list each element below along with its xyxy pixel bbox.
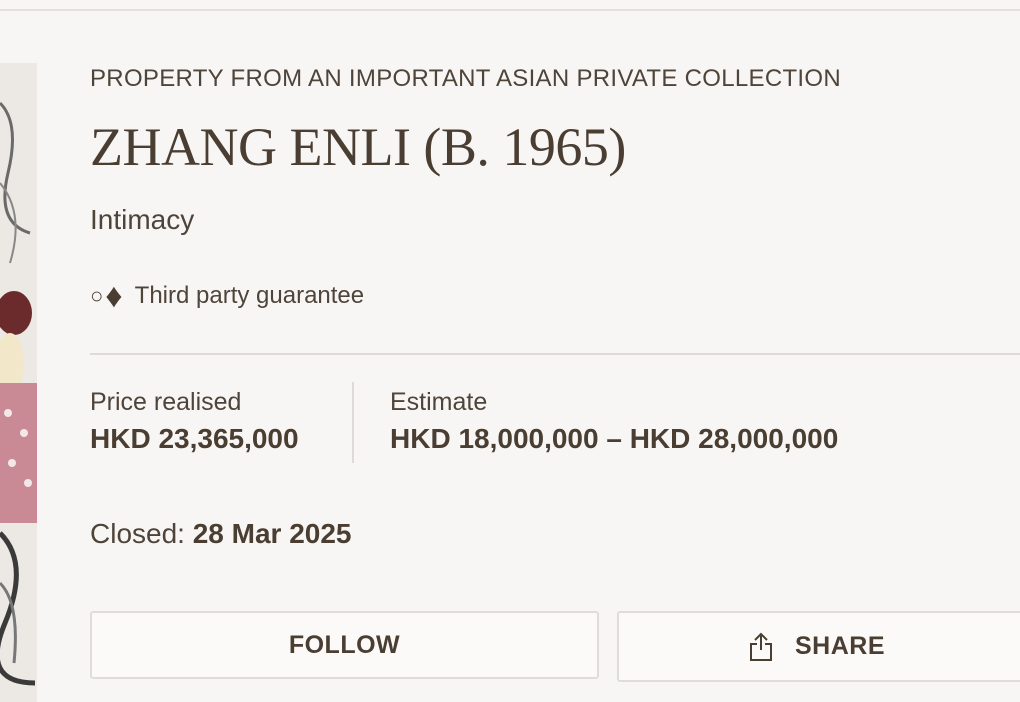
circle-symbol-icon: ○	[90, 283, 104, 308]
guarantee-text: Third party guarantee	[134, 282, 365, 309]
artwork-thumbnail[interactable]	[0, 63, 37, 702]
guarantee-row: ○ ♦ Third party guarantee	[90, 276, 364, 316]
vertical-divider	[352, 382, 354, 463]
closed-label: Closed:	[90, 518, 185, 549]
price-realised: Price realised HKD 23,365,000	[90, 386, 299, 458]
collection-heading: PROPERTY FROM AN IMPORTANT ASIAN PRIVATE…	[90, 65, 842, 92]
closed-date: 28 Mar 2025	[192, 518, 352, 549]
estimate: Estimate HKD 18,000,000 – HKD 28,000,000	[390, 386, 838, 458]
price-realised-value: HKD 23,365,000	[90, 423, 299, 454]
share-icon	[749, 632, 773, 662]
section-divider	[90, 353, 1020, 355]
estimate-value: HKD 18,000,000 – HKD 28,000,000	[390, 423, 839, 454]
artist-name: ZHANG ENLI (B. 1965)	[90, 117, 626, 177]
share-button[interactable]: SHARE	[617, 611, 1020, 682]
top-divider	[0, 9, 1020, 11]
artwork-title: Intimacy	[90, 204, 195, 235]
follow-label: FOLLOW	[288, 630, 401, 659]
price-realised-label: Price realised	[90, 388, 242, 416]
diamond-symbol-icon: ♦	[105, 277, 123, 315]
estimate-label: Estimate	[390, 388, 488, 416]
follow-button[interactable]: FOLLOW	[90, 611, 599, 679]
share-label: SHARE	[794, 632, 885, 660]
closed-status: Closed: 28 Mar 2025	[90, 518, 352, 550]
